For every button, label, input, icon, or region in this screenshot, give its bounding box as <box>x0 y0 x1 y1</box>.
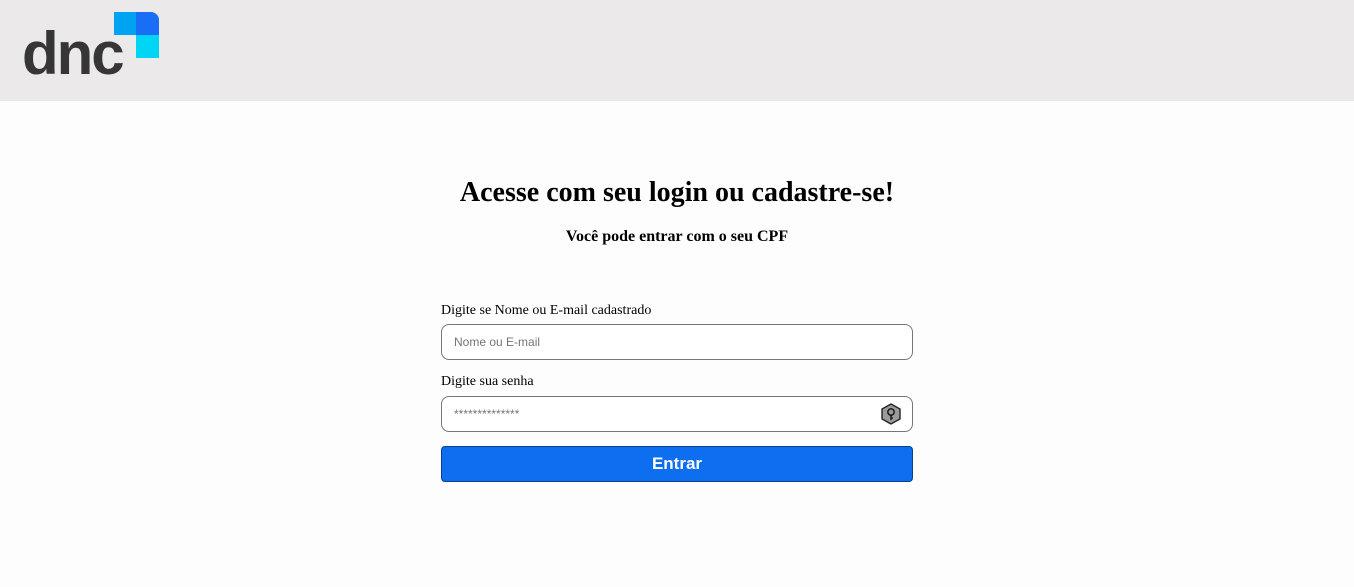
submit-button[interactable]: Entrar <box>441 446 913 482</box>
login-section: Acesse com seu login ou cadastre-se! Voc… <box>0 101 1354 587</box>
logo-square-cyan <box>136 35 159 58</box>
password-label: Digite sua senha <box>441 374 534 389</box>
username-field-wrapper <box>441 324 913 360</box>
page-subtitle: Você pode entrar com o seu CPF <box>565 228 789 245</box>
key-icon[interactable] <box>880 403 902 425</box>
password-field-wrapper <box>441 396 913 432</box>
page-title: Acesse com seu login ou cadastre-se! <box>459 177 895 208</box>
logo-square-dark-blue <box>136 12 159 35</box>
dnc-logo[interactable]: dnc <box>22 12 162 84</box>
username-input[interactable] <box>454 325 874 359</box>
logo-square-blue <box>114 12 137 35</box>
password-input[interactable] <box>454 397 874 431</box>
username-label: Digite se Nome ou E-mail cadastrado <box>441 303 652 318</box>
logo-text: dnc <box>22 20 125 87</box>
header-bar: dnc <box>0 0 1354 101</box>
